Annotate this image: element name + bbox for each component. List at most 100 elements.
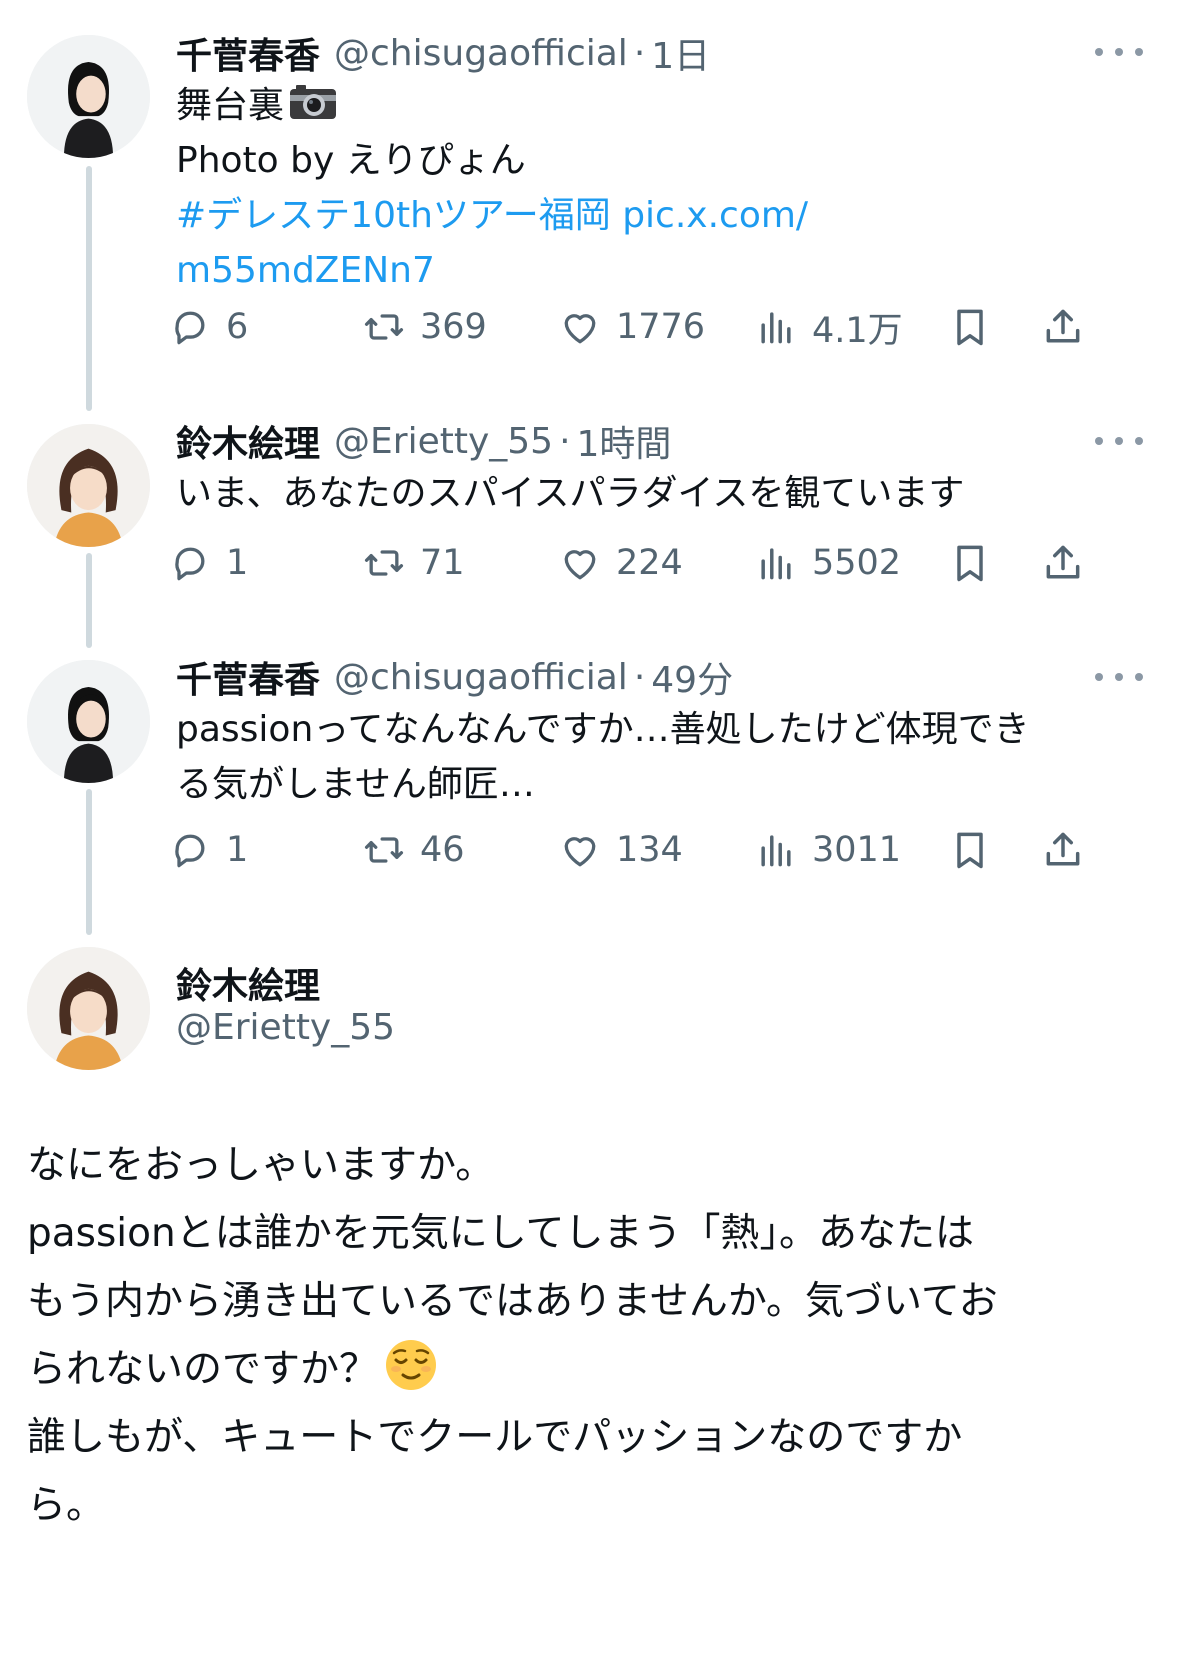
repost-button[interactable]: 46	[362, 825, 465, 875]
views-button[interactable]: 3011	[754, 825, 901, 875]
action-bar: 6 369 1776 4.1万	[175, 302, 1179, 352]
tweet[interactable]: 鈴木絵理 @Erietty_55 · 1時間 いま、あなたのスパイスパラダイスを…	[0, 400, 1179, 645]
reply-icon	[175, 547, 205, 581]
share-icon	[1046, 545, 1080, 579]
text-line: なにをおっしゃいますか。	[27, 1143, 495, 1188]
author-handle[interactable]: @Erietty_55	[334, 421, 553, 462]
text-line: 舞台裏	[176, 85, 285, 126]
view-count: 4.1万	[812, 310, 903, 351]
tweet-text: 舞台裏 Photo by えりぴょん #デレステ10thツアー福岡 pic.x.…	[176, 78, 1139, 298]
author-name[interactable]: 鈴木絵理	[176, 415, 320, 467]
avatar[interactable]	[27, 35, 150, 158]
text-line: passionとは誰かを元気にしてしまう「熱」。あなたは	[27, 1211, 975, 1256]
reply-count: 1	[226, 830, 249, 870]
tweet-header: 千菅春香 @chisugaofficial · 49分	[176, 652, 733, 702]
more-icon[interactable]	[1095, 37, 1143, 67]
separator-dot: ·	[559, 420, 571, 462]
text-line: いま、あなたのスパイスパラダイスを観ています	[176, 473, 965, 514]
author-name[interactable]: 千菅春香	[176, 27, 320, 79]
bookmark-icon	[957, 309, 983, 346]
timestamp[interactable]: 49分	[651, 651, 733, 703]
reply-count: 1	[226, 543, 249, 583]
hashtag-link[interactable]: #デレステ10thツアー福岡 pic.x.com/	[176, 188, 1139, 243]
avatar[interactable]	[27, 660, 150, 783]
author-handle[interactable]: @chisugaofficial	[334, 33, 628, 74]
separator-dot: ·	[633, 656, 646, 698]
repost-count: 46	[420, 830, 465, 870]
views-icon	[761, 835, 791, 867]
reply-count: 6	[226, 307, 249, 347]
text-line: 誰しもが、キュートでクールでパッションなのですか	[27, 1415, 963, 1460]
text-line: もう内から湧き出ているではありませんか。気づいてお	[27, 1279, 998, 1324]
share-icon	[1046, 309, 1080, 343]
reply-icon	[175, 834, 205, 868]
repost-count: 71	[420, 543, 465, 583]
repost-icon	[364, 550, 404, 576]
share-button[interactable]	[1041, 302, 1085, 352]
more-icon[interactable]	[1095, 426, 1143, 456]
share-button[interactable]	[1041, 538, 1085, 588]
text-line: Photo by えりぴょん	[176, 140, 526, 181]
tweet-header: 千菅春香 @chisugaofficial · 1日	[176, 28, 710, 78]
like-button[interactable]: 1776	[558, 302, 705, 352]
text-line: ら。	[27, 1483, 106, 1528]
avatar[interactable]	[27, 947, 150, 1070]
reply-button[interactable]: 6	[168, 302, 248, 352]
author-handle[interactable]: @chisugaofficial	[334, 657, 628, 698]
tweet-text: passionってなんなんですか…善処したけど体現でき る気がしません師匠…	[176, 702, 1139, 812]
like-icon	[564, 314, 596, 344]
like-count: 134	[616, 830, 683, 870]
tweet[interactable]: 千菅春香 @chisugaofficial · 1日 舞台裏 Photo by …	[0, 0, 1179, 400]
timestamp[interactable]: 1時間	[577, 415, 672, 467]
main-tweet-text: なにをおっしゃいますか。 passionとは誰かを元気にしてしまう「熱」。あなた…	[27, 1132, 1149, 1540]
tweet[interactable]: 千菅春香 @chisugaofficial · 49分 passionってなんな…	[0, 645, 1179, 935]
repost-button[interactable]: 369	[362, 302, 487, 352]
author-name[interactable]: 千菅春香	[176, 651, 320, 703]
avatar[interactable]	[27, 424, 150, 547]
separator-dot: ·	[633, 32, 646, 74]
text-line: passionってなんなんですか…善処したけど体現でき	[176, 709, 1030, 750]
bookmark-icon	[957, 832, 983, 869]
author-handle[interactable]: @Erietty_55	[176, 1007, 395, 1048]
repost-icon	[364, 837, 404, 863]
views-button[interactable]: 4.1万	[754, 302, 903, 352]
text-line: られないのですか？	[27, 1347, 379, 1392]
avatar-image	[27, 35, 150, 158]
relieved-face-emoji	[386, 1340, 437, 1390]
repost-count: 369	[420, 307, 487, 347]
tweet-header: 鈴木絵理 @Erietty_55 · 1時間	[176, 416, 671, 466]
share-button[interactable]	[1041, 825, 1085, 875]
more-icon[interactable]	[1095, 662, 1143, 692]
bookmark-button[interactable]	[948, 302, 992, 352]
avatar-image	[27, 424, 150, 547]
action-bar: 1 46 134 3011	[175, 825, 1179, 875]
camera-emoji	[290, 85, 337, 119]
like-icon	[564, 837, 596, 867]
repost-button[interactable]: 71	[362, 538, 465, 588]
view-count: 3011	[812, 830, 902, 870]
like-count: 224	[616, 543, 683, 583]
text-line: る気がしません師匠…	[176, 764, 535, 805]
view-count: 5502	[812, 543, 902, 583]
author-name[interactable]: 鈴木絵理	[176, 957, 320, 1009]
reply-button[interactable]: 1	[168, 538, 248, 588]
media-link[interactable]: m55mdZENn7	[176, 243, 1139, 298]
like-count: 1776	[616, 307, 706, 347]
reply-button[interactable]: 1	[168, 825, 248, 875]
like-button[interactable]: 134	[558, 825, 683, 875]
views-button[interactable]: 5502	[754, 538, 901, 588]
views-icon	[761, 312, 791, 344]
bookmark-icon	[957, 545, 983, 582]
share-icon	[1046, 832, 1080, 866]
like-button[interactable]: 224	[558, 538, 683, 588]
views-icon	[761, 548, 791, 580]
timestamp[interactable]: 1日	[651, 27, 710, 79]
avatar-image	[27, 660, 150, 783]
bookmark-button[interactable]	[948, 538, 992, 588]
tweet-text: いま、あなたのスパイスパラダイスを観ています	[176, 466, 1139, 521]
bookmark-button[interactable]	[948, 825, 992, 875]
avatar-image	[27, 947, 150, 1070]
like-icon	[564, 550, 596, 580]
repost-icon	[364, 314, 404, 340]
action-bar: 1 71 224 5502	[175, 538, 1179, 588]
